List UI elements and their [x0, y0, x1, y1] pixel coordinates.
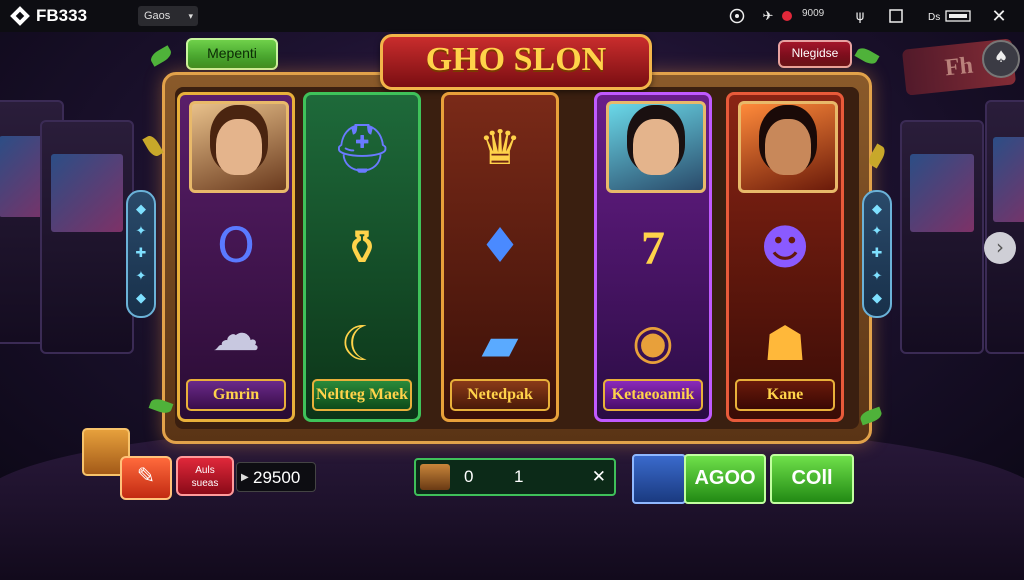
target-icon[interactable] [728, 7, 746, 25]
bird-icon[interactable]: ✈ [760, 7, 776, 25]
rail-gem-icon: ✚ [871, 246, 883, 262]
tab-label: Gaos [144, 10, 171, 22]
right-rail[interactable]: ◆ ✦ ✚ ✦ ◆ [862, 190, 892, 318]
rail-gem-icon: ✦ [135, 268, 147, 284]
top-bar: FB333 Gaos ▾ ✈ 9009 ψ Ds ✕ [0, 0, 1024, 32]
fb-logo-icon [10, 6, 30, 26]
rail-gem-icon: ◆ [872, 291, 882, 307]
chest-icon [420, 464, 450, 490]
symbol-coins-horn: ♛ [478, 120, 522, 176]
badge-right[interactable]: Nlegidse [778, 40, 852, 68]
brand[interactable]: FB333 [10, 6, 87, 26]
symbol-ring: O [217, 218, 255, 274]
bg-arcade-left-2 [40, 120, 134, 354]
symbol-shoe: ☁ [212, 306, 260, 362]
rail-gem-icon: ◆ [136, 201, 146, 217]
reel-label: Neltteg Maek [312, 379, 412, 411]
left-rail[interactable]: ◆ ✦ ✚ ✦ ◆ [126, 190, 156, 318]
close-icon[interactable]: ✕ [592, 467, 606, 487]
svg-text:Ds: Ds [928, 12, 940, 23]
symbol-cylinder: ⚱ [341, 220, 383, 276]
balance-value: 29500 [253, 468, 301, 487]
bg-arcade-right [900, 120, 984, 354]
leaf-decoration [148, 45, 174, 67]
symbol-cards: ♦ [478, 218, 522, 274]
coll-button[interactable]: COll [770, 454, 854, 504]
bet-bar[interactable]: 0 1 ✕ [414, 458, 616, 496]
avatar[interactable] [632, 454, 686, 504]
reel-5[interactable]: ☻ ☗ Kane [726, 92, 844, 422]
tab-select[interactable]: Gaos ▾ [138, 6, 198, 26]
rail-gem-icon: ✦ [871, 268, 883, 284]
badge-left[interactable]: Mepenti [186, 38, 278, 70]
chevron-down-icon: ▾ [188, 11, 193, 21]
brand-name: FB333 [36, 6, 88, 25]
reel-label: Ketaeoamik [603, 379, 703, 411]
auto-button[interactable]: Auls sueas [176, 456, 234, 496]
shell-icon[interactable]: ♠ [982, 40, 1020, 78]
reel-3[interactable]: ♛ ♦ ▰ Netedpak [441, 92, 559, 422]
symbol-coins: ◉ [632, 314, 674, 370]
portrait-woman-2 [606, 101, 706, 193]
rail-gem-icon: ✦ [871, 224, 883, 240]
rail-gem-icon: ◆ [136, 291, 146, 307]
caret-right-icon: ▶ [241, 472, 249, 483]
reel-4[interactable]: 7 ◉ Ketaeoamik [594, 92, 712, 422]
bg-arcade-right-2 [985, 100, 1024, 354]
rail-gem-icon: ◆ [872, 201, 882, 217]
symbol-bear: ☻ [759, 220, 811, 276]
coins-count: 9009 [802, 8, 825, 19]
wifi-icon[interactable]: ψ [852, 7, 868, 25]
agoo-button[interactable]: AGOO [684, 454, 766, 504]
chevron-right-icon[interactable]: › [984, 232, 1016, 264]
reel-2[interactable]: ⛑ ⚱ ☾ Neltteg Maek [303, 92, 421, 422]
close-icon[interactable]: ✕ [990, 6, 1008, 27]
rail-gem-icon: ✚ [135, 246, 147, 262]
reel-1[interactable]: O ☁ Gmrin [177, 92, 295, 422]
symbol-helmet: ⛑ [331, 120, 393, 177]
balance-display: ▶ 29500 [236, 462, 316, 492]
battery-icon: Ds [928, 7, 974, 25]
symbol-pot: ☗ [763, 316, 807, 372]
reel-label: Kane [735, 379, 835, 411]
symbol-seven: 7 [641, 221, 665, 275]
portrait-woman [189, 101, 289, 193]
game-title: GHO SLON [380, 34, 652, 90]
record-icon[interactable] [780, 7, 794, 25]
symbol-crescent: ☾ [340, 316, 384, 372]
bet-lines: 1 [514, 467, 524, 486]
reel-label: Gmrin [186, 379, 286, 411]
bet-value: 0 [464, 467, 474, 486]
symbol-battery: ▰ [481, 316, 519, 372]
square-icon[interactable] [888, 7, 904, 25]
leaf-decoration [854, 45, 880, 67]
portrait-man [738, 101, 838, 193]
menu-button[interactable]: ✎ [120, 456, 172, 500]
table-edge [0, 420, 1024, 580]
rail-gem-icon: ✦ [135, 224, 147, 240]
leaf-decoration [142, 133, 164, 159]
reel-label: Netedpak [450, 379, 550, 411]
